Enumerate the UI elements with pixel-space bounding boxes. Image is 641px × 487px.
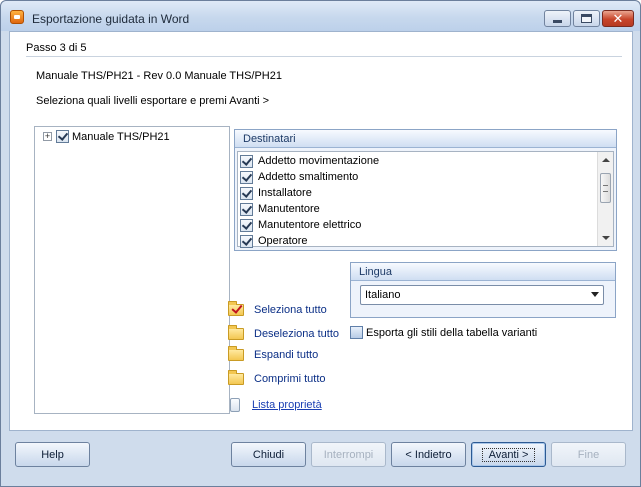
- vertical-scrollbar[interactable]: [597, 152, 613, 246]
- interrupt-button[interactable]: Interrompi: [311, 442, 386, 467]
- scroll-thumb[interactable]: [600, 173, 611, 203]
- list-item-label: Manutentore elettrico: [258, 219, 362, 231]
- scroll-up-icon[interactable]: [602, 158, 610, 162]
- list-item[interactable]: Operatore: [240, 233, 308, 249]
- checkbox[interactable]: [240, 154, 253, 168]
- title-bar[interactable]: Esportazione guidata in Word ✕: [1, 1, 640, 31]
- close-button[interactable]: Chiudi: [231, 442, 306, 467]
- list-item[interactable]: Addetto movimentazione: [240, 153, 379, 169]
- chevron-down-icon[interactable]: [591, 292, 599, 297]
- select-all-label[interactable]: Seleziona tutto: [254, 304, 327, 316]
- tree-node-label: Manuale THS/PH21: [72, 130, 170, 143]
- app-icon: [10, 10, 24, 24]
- list-item-label: Addetto movimentazione: [258, 155, 380, 167]
- language-select[interactable]: Italiano: [360, 285, 604, 305]
- select-all-action[interactable]: Seleziona tutto: [228, 301, 327, 316]
- window-title: Esportazione guidata in Word: [32, 12, 190, 26]
- list-item-label: Addetto smaltimento: [258, 171, 359, 183]
- step-indicator: Passo 3 di 5: [26, 42, 87, 54]
- close-window-button[interactable]: ✕: [602, 10, 634, 27]
- folder-icon: [228, 346, 244, 361]
- deselect-all-label[interactable]: Deseleziona tutto: [254, 328, 339, 340]
- checkbox[interactable]: [240, 202, 253, 216]
- expand-all-action[interactable]: Espandi tutto: [228, 346, 318, 361]
- close-icon: ✕: [612, 11, 624, 26]
- folder-check-icon: [228, 301, 244, 316]
- scroll-down-icon[interactable]: [602, 236, 610, 240]
- checkbox[interactable]: [240, 234, 253, 248]
- destinatari-list[interactable]: Addetto movimentazione Addetto smaltimen…: [237, 151, 614, 249]
- collapse-all-label[interactable]: Comprimi tutto: [254, 373, 326, 385]
- instruction-text: Seleziona quali livelli esportare e prem…: [36, 95, 270, 107]
- properties-list-action[interactable]: Lista proprietà: [228, 398, 322, 412]
- list-item[interactable]: Manutentore elettrico: [240, 217, 361, 233]
- maximize-icon: [581, 14, 592, 23]
- wizard-window: Esportazione guidata in Word ✕ Passo 3 d…: [0, 0, 641, 487]
- checkbox[interactable]: [240, 218, 253, 232]
- expand-icon[interactable]: +: [43, 132, 52, 141]
- properties-list-link[interactable]: Lista proprietà: [252, 399, 322, 411]
- collapse-all-action[interactable]: Comprimi tutto: [228, 370, 326, 385]
- export-styles-option[interactable]: Esporta gli stili della tabella varianti: [350, 326, 537, 339]
- levels-tree[interactable]: + Manuale THS/PH21: [34, 126, 230, 414]
- expand-all-label[interactable]: Espandi tutto: [254, 349, 318, 361]
- list-item[interactable]: Addetto smaltimento: [240, 169, 358, 185]
- list-item-label: Manutentore: [258, 203, 320, 215]
- deselect-all-action[interactable]: Deseleziona tutto: [228, 325, 339, 340]
- clipboard-icon: [230, 398, 240, 412]
- tree-node-checkbox[interactable]: [56, 130, 69, 143]
- destinatari-header: Destinatari: [235, 130, 616, 148]
- list-item-label: Installatore: [258, 187, 312, 199]
- checkbox[interactable]: [240, 170, 253, 184]
- folder-icon: [228, 325, 244, 340]
- minimize-button[interactable]: [544, 10, 571, 27]
- tree-node-root[interactable]: + Manuale THS/PH21: [43, 130, 170, 143]
- list-item-label: Operatore: [258, 235, 308, 247]
- lingua-panel: Lingua Italiano: [350, 262, 616, 318]
- language-select-value: Italiano: [365, 289, 401, 301]
- back-button[interactable]: < Indietro: [391, 442, 466, 467]
- list-item[interactable]: Installatore: [240, 185, 312, 201]
- export-styles-label: Esporta gli stili della tabella varianti: [366, 326, 538, 339]
- folder-icon: [228, 370, 244, 385]
- minimize-icon: [553, 20, 562, 23]
- lingua-header: Lingua: [351, 263, 615, 281]
- maximize-button[interactable]: [573, 10, 600, 27]
- finish-button[interactable]: Fine: [551, 442, 626, 467]
- separator: [26, 56, 622, 57]
- next-button-label: Avanti >: [481, 447, 536, 462]
- document-name: Manuale THS/PH21 - Rev 0.0 Manuale THS/P…: [36, 70, 282, 82]
- wizard-content: Passo 3 di 5 Manuale THS/PH21 - Rev 0.0 …: [9, 31, 633, 431]
- next-button[interactable]: Avanti >: [471, 442, 546, 467]
- list-item[interactable]: Manutentore: [240, 201, 320, 217]
- help-button[interactable]: Help: [15, 442, 90, 467]
- destinatari-panel: Destinatari Addetto movimentazione Addet…: [234, 129, 617, 251]
- checkbox[interactable]: [240, 186, 253, 200]
- export-styles-checkbox[interactable]: [350, 326, 363, 339]
